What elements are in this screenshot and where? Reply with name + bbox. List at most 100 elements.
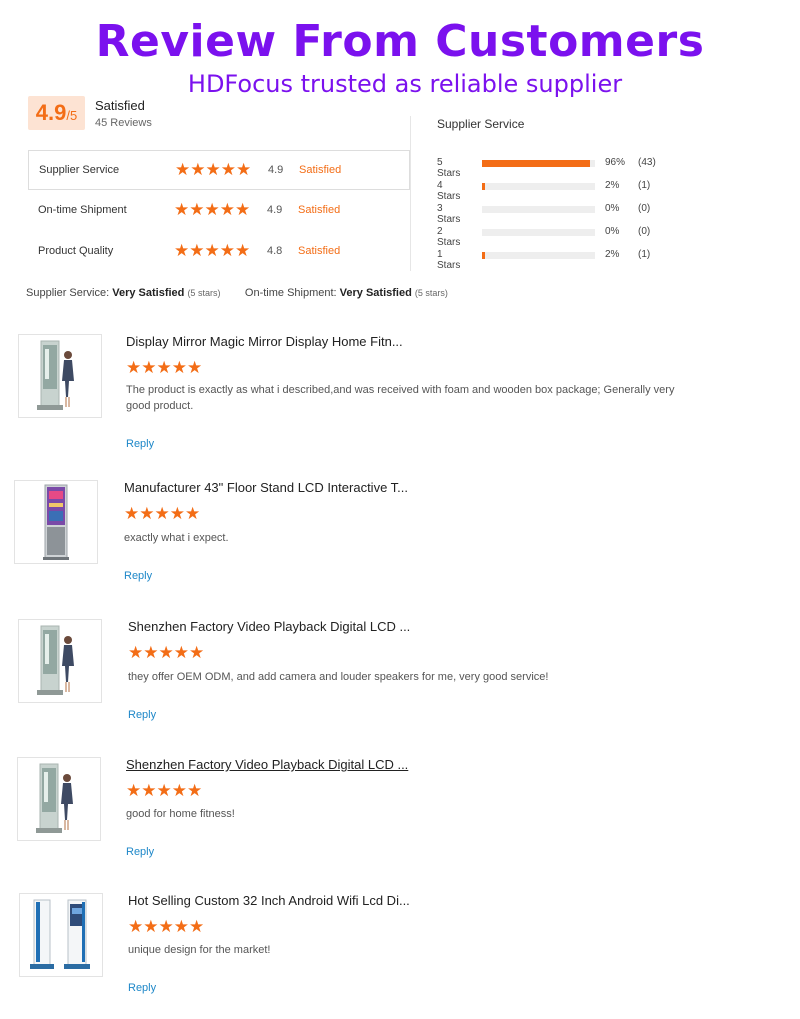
star-icon: ★ xyxy=(235,241,251,261)
review-item: Hot Selling Custom 32 Inch Android Wifi … xyxy=(0,893,800,1013)
review-star-rating: ★★★★★ xyxy=(124,506,200,524)
star-icon: ★ xyxy=(185,504,201,524)
star-icon: ★ xyxy=(189,200,205,220)
star-icon: ★ xyxy=(156,781,172,801)
review-text: they offer OEM ODM, and add camera and l… xyxy=(128,671,549,683)
breakdown-bar-track xyxy=(482,252,595,259)
breakdown-percent: 2% xyxy=(605,249,620,260)
summary-shipment-note: (5 stars) xyxy=(414,288,448,298)
summary-shipment-label: On-time Shipment: xyxy=(244,287,337,299)
product-title-link[interactable]: Shenzhen Factory Video Playback Digital … xyxy=(128,619,410,634)
summary-line: Supplier Service: Very Satisfied (5 star… xyxy=(26,287,448,299)
star-icon: ★ xyxy=(171,358,187,378)
star-icon: ★ xyxy=(173,917,189,937)
breakdown-percent: 96% xyxy=(605,157,626,168)
product-title-link[interactable]: Hot Selling Custom 32 Inch Android Wifi … xyxy=(128,893,410,908)
overall-score-max: /5 xyxy=(66,108,78,123)
breakdown-label: 2 Stars xyxy=(437,226,461,248)
category-score: 4.9 xyxy=(267,204,283,216)
star-icon: ★ xyxy=(143,917,159,937)
page-subtitle: HDFocus trusted as reliable supplier xyxy=(187,70,623,98)
breakdown-label: 4 Stars xyxy=(437,180,461,202)
star-icon: ★ xyxy=(190,160,206,180)
category-name: On-time Shipment xyxy=(38,204,127,216)
summary-supplier-note: (5 stars) xyxy=(187,288,221,298)
review-star-rating: ★★★★★ xyxy=(128,919,204,937)
star-icon: ★ xyxy=(220,160,236,180)
reply-link[interactable]: Reply xyxy=(126,438,154,450)
breakdown-bar-track xyxy=(482,206,595,213)
star-icon: ★ xyxy=(174,241,190,261)
reply-link[interactable]: Reply xyxy=(124,570,152,582)
breakdown-bar-fill xyxy=(482,160,590,167)
summary-supplier-value: Very Satisfied xyxy=(112,287,185,299)
product-thumbnail[interactable] xyxy=(17,757,101,841)
star-icon: ★ xyxy=(236,160,252,180)
star-rating: ★★★★★ xyxy=(174,200,250,220)
breakdown-bar-track xyxy=(482,160,595,167)
star-icon: ★ xyxy=(171,781,187,801)
category-label: Satisfied xyxy=(298,204,341,216)
breakdown-count: (1) xyxy=(638,249,651,260)
review-text: exactly what i expect. xyxy=(124,532,229,544)
category-score: 4.8 xyxy=(267,245,283,257)
category-row-product-quality[interactable]: Product Quality ★★★★★ 4.8 Satisfied xyxy=(28,232,410,272)
review-item: Shenzhen Factory Video Playback Digital … xyxy=(0,757,800,877)
star-icon: ★ xyxy=(187,781,203,801)
star-icon: ★ xyxy=(173,643,189,663)
star-icon: ★ xyxy=(154,504,170,524)
breakdown-label: 3 Stars xyxy=(437,203,461,225)
breakdown-count: (0) xyxy=(638,203,651,214)
star-icon: ★ xyxy=(126,781,142,801)
breakdown-title: Supplier Service xyxy=(437,117,525,131)
reviews-count: 45 Reviews xyxy=(95,117,152,129)
breakdown-percent: 0% xyxy=(605,203,620,214)
product-title-link[interactable]: Manufacturer 43" Floor Stand LCD Interac… xyxy=(124,480,408,495)
star-icon: ★ xyxy=(158,643,174,663)
star-icon: ★ xyxy=(139,504,155,524)
reply-link[interactable]: Reply xyxy=(128,982,156,994)
star-icon: ★ xyxy=(126,358,142,378)
category-row-on-time-shipment[interactable]: On-time Shipment ★★★★★ 4.9 Satisfied xyxy=(28,191,410,231)
product-title-link[interactable]: Display Mirror Magic Mirror Display Home… xyxy=(126,334,403,349)
star-icon: ★ xyxy=(219,200,235,220)
star-rating: ★★★★★ xyxy=(174,241,251,261)
star-icon: ★ xyxy=(189,643,205,663)
star-icon: ★ xyxy=(189,917,205,937)
category-score: 4.9 xyxy=(268,164,284,176)
category-label: Satisfied xyxy=(299,164,342,176)
star-rating: ★★★★★ xyxy=(175,160,252,180)
reply-link[interactable]: Reply xyxy=(128,709,156,721)
star-icon: ★ xyxy=(204,200,220,220)
star-icon: ★ xyxy=(141,781,157,801)
category-name: Product Quality xyxy=(38,245,114,257)
review-star-rating: ★★★★★ xyxy=(128,645,204,663)
star-icon: ★ xyxy=(124,504,140,524)
summary-supplier-label: Supplier Service: xyxy=(26,287,110,299)
breakdown-label: 1 Stars xyxy=(437,249,461,271)
star-icon: ★ xyxy=(169,504,185,524)
review-text: good for home fitness! xyxy=(126,808,235,820)
summary-shipment-value: Very Satisfied xyxy=(339,287,412,299)
star-icon: ★ xyxy=(156,358,172,378)
overall-score: 4.9 xyxy=(35,100,67,125)
star-icon: ★ xyxy=(187,358,203,378)
product-thumbnail[interactable] xyxy=(18,334,102,418)
product-title-link[interactable]: Shenzhen Factory Video Playback Digital … xyxy=(126,757,408,772)
star-icon: ★ xyxy=(204,241,220,261)
page-title: Review From Customers xyxy=(95,16,705,67)
product-thumbnail[interactable] xyxy=(18,619,102,703)
category-row-supplier-service[interactable]: Supplier Service ★★★★★ 4.9 Satisfied xyxy=(28,150,410,190)
overall-score-badge: 4.9/5 xyxy=(28,96,85,130)
review-star-rating: ★★★★★ xyxy=(126,783,202,801)
breakdown-label: 5 Stars xyxy=(437,157,461,179)
star-icon: ★ xyxy=(174,200,190,220)
star-icon: ★ xyxy=(143,643,159,663)
reply-link[interactable]: Reply xyxy=(126,846,154,858)
star-icon: ★ xyxy=(175,160,191,180)
breakdown-count: (0) xyxy=(638,226,651,237)
breakdown-count: (1) xyxy=(638,180,651,191)
product-thumbnail[interactable] xyxy=(14,480,98,564)
product-thumbnail[interactable] xyxy=(19,893,103,977)
breakdown-bar-fill xyxy=(482,252,485,259)
